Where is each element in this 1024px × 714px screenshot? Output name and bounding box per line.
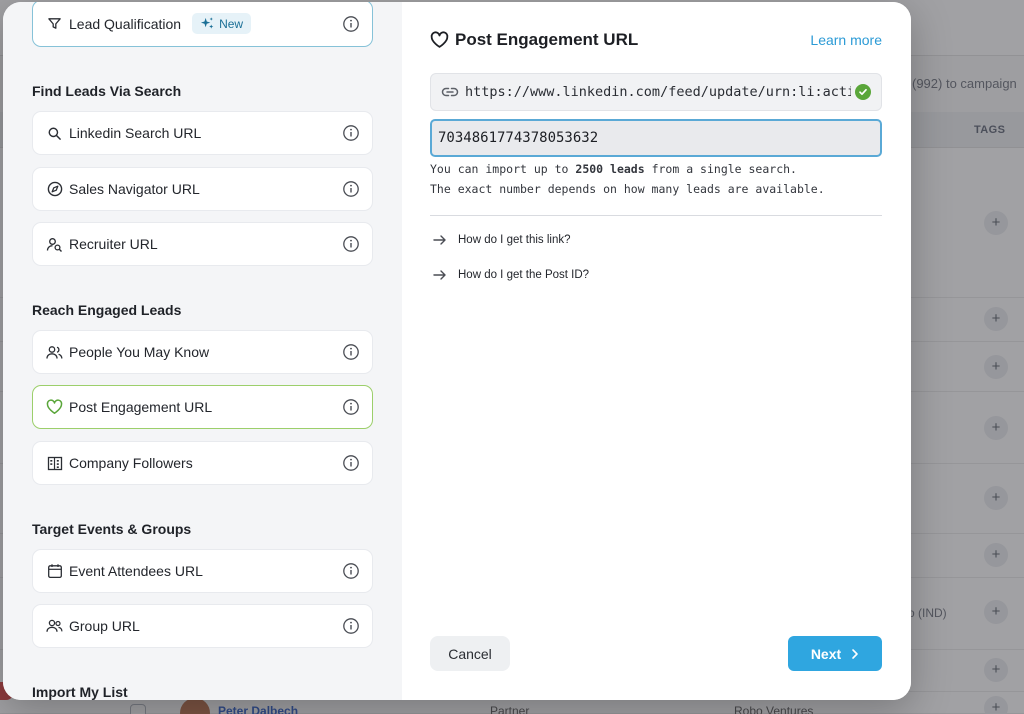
learn-more-link[interactable]: Learn more: [810, 32, 882, 48]
sidebar-item-label: Post Engagement URL: [69, 399, 213, 415]
sidebar-item-label: People You May Know: [69, 344, 210, 360]
sidebar-item-linkedin-search[interactable]: Linkedin Search URL: [32, 111, 373, 155]
lead-qualification-option[interactable]: Lead Qualification New: [32, 2, 373, 47]
post-url-field[interactable]: https://www.linkedin.com/feed/update/urn…: [430, 73, 882, 111]
new-badge: New: [192, 13, 252, 34]
sidebar-item-recruiter[interactable]: Recruiter URL: [32, 222, 373, 266]
sidebar-item-label: Event Attendees URL: [69, 563, 203, 579]
sidebar-item-sales-navigator[interactable]: Sales Navigator URL: [32, 167, 373, 211]
divider: [430, 215, 882, 216]
faq-get-post-id[interactable]: How do I get the Post ID?: [432, 268, 589, 282]
building-icon: [46, 455, 63, 472]
cancel-button[interactable]: Cancel: [430, 636, 510, 671]
section-import-list: Import My List: [32, 684, 128, 700]
group-icon: [46, 618, 63, 635]
info-icon[interactable]: [342, 617, 360, 635]
info-icon[interactable]: [342, 235, 360, 253]
heart-icon: [430, 31, 449, 48]
sidebar-item-group[interactable]: Group URL: [32, 604, 373, 648]
check-icon: [855, 84, 871, 100]
info-icon[interactable]: [342, 343, 360, 361]
sidebar-item-company-followers[interactable]: Company Followers: [32, 441, 373, 485]
info-icon[interactable]: [342, 454, 360, 472]
info-icon[interactable]: [342, 562, 360, 580]
panel-title: Post Engagement URL: [455, 30, 639, 49]
heart-icon: [46, 399, 63, 416]
next-button[interactable]: Next: [788, 636, 882, 671]
sidebar-item-people-you-may-know[interactable]: People You May Know: [32, 330, 373, 374]
new-badge-label: New: [219, 16, 244, 31]
arrow-right-icon: [433, 235, 446, 245]
link-icon: [441, 87, 459, 97]
faq-label: How do I get the Post ID?: [458, 269, 590, 281]
chevron-right-icon: [852, 648, 858, 659]
sidebar-item-post-engagement[interactable]: Post Engagement URL: [32, 385, 373, 429]
compass-icon: [46, 181, 63, 198]
faq-get-link[interactable]: How do I get this link?: [432, 233, 571, 247]
source-sidebar: Lead Qualification New Find Leads Via Se…: [3, 2, 402, 700]
calendar-icon: [46, 563, 63, 580]
import-limit-hint: You can import up to 2500 leads from a s…: [430, 162, 797, 176]
sidebar-item-event-attendees[interactable]: Event Attendees URL: [32, 549, 373, 593]
sidebar-item-label: Sales Navigator URL: [69, 181, 200, 197]
sidebar-item-label: Linkedin Search URL: [69, 125, 202, 141]
post-id-input[interactable]: [430, 119, 882, 157]
panel-header: Post Engagement URL: [430, 30, 638, 50]
sidebar-item-label: Recruiter URL: [69, 236, 158, 252]
info-icon[interactable]: [342, 15, 360, 33]
faq-label: How do I get this link?: [458, 234, 571, 246]
people-icon: [46, 344, 63, 361]
arrow-right-icon: [433, 270, 446, 280]
info-icon[interactable]: [342, 398, 360, 416]
search-icon: [46, 125, 63, 142]
recruiter-icon: [46, 236, 63, 253]
lead-qualification-label: Lead Qualification: [69, 15, 182, 32]
sidebar-item-label: Group URL: [69, 618, 140, 634]
next-button-label: Next: [810, 645, 842, 662]
info-icon[interactable]: [342, 124, 360, 142]
source-detail-panel: Post Engagement URL Learn more https://w…: [402, 2, 911, 700]
post-url-value: https://www.linkedin.com/feed/update/urn…: [465, 84, 851, 100]
section-find-leads: Find Leads Via Search: [32, 83, 182, 99]
info-icon[interactable]: [342, 180, 360, 198]
sidebar-item-label: Company Followers: [69, 455, 193, 471]
filter-icon: [46, 15, 63, 32]
import-availability-hint: The exact number depends on how many lea…: [430, 182, 825, 196]
sparkle-icon: [201, 17, 214, 29]
import-leads-modal: Lead Qualification New Find Leads Via Se…: [3, 2, 911, 700]
section-target-events: Target Events & Groups: [32, 521, 192, 537]
section-reach-engaged: Reach Engaged Leads: [32, 302, 182, 318]
